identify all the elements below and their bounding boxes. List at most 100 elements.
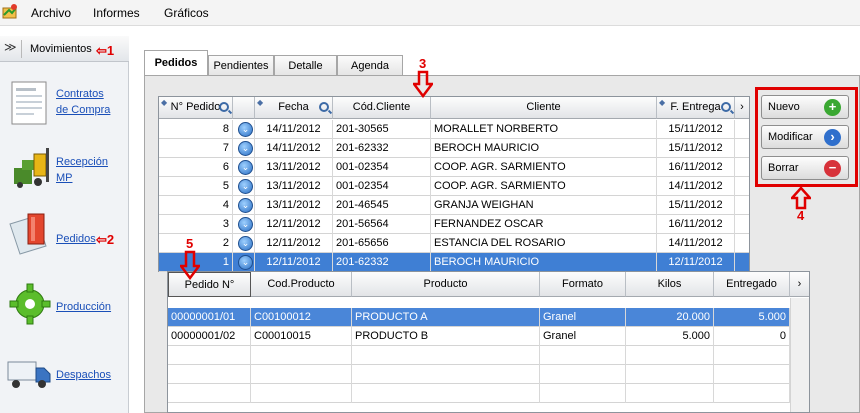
col-header-nro-pedido[interactable]: ◆ N° Pedido [159,97,233,119]
table-cell [540,384,626,403]
table-row[interactable]: 00000001/02 C00010015 PRODUCTO B Granel 5.00… [168,327,790,346]
table-cell: MORALLET NORBERTO [431,120,657,139]
sidebar-item-label[interactable]: MP [56,170,73,186]
table-cell [714,365,790,384]
table-row[interactable]: 8 ⌄ 14/11/2012 201-30565 MORALLET NORBERTO 15… [159,120,749,139]
col-header-formato[interactable]: Formato [540,272,626,297]
detail-grid[interactable]: Pedido N° Cod.Producto Producto Formato … [167,271,810,413]
expand-row-icon[interactable]: ⌄ [238,122,253,137]
table-cell [168,384,251,403]
sidebar-item-label[interactable]: Pedidos [56,231,96,247]
table-cell [626,365,714,384]
chevron-right-icon: › [740,101,744,113]
table-row[interactable]: 2 ⌄ 12/11/2012 201-65656 ESTANCIA DEL ROSARI… [159,234,749,253]
scroll-right-button[interactable]: › [735,97,749,119]
table-cell [168,365,251,384]
table-row[interactable]: 5 ⌄ 13/11/2012 001-02354 COOP. AGR. SARMIENT… [159,177,749,196]
expand-row-icon[interactable]: ⌄ [238,141,253,156]
tab-detalle[interactable]: Detalle [274,55,337,76]
tab-pedidos[interactable]: Pedidos [144,50,208,76]
expand-cell[interactable]: ⌄ [233,215,255,234]
tab-agenda[interactable]: Agenda [337,55,403,76]
table-cell: 5.000 [714,308,790,327]
expand-row-icon[interactable]: ⌄ [238,160,253,175]
table-cell [626,346,714,365]
table-cell [540,365,626,384]
tab-pendientes[interactable]: Pendientes [208,55,274,76]
nuevo-button[interactable]: Nuevo + [761,95,849,119]
table-cell [251,346,352,365]
menu-archivo[interactable]: Archivo [31,6,71,20]
table-cell: 8 [159,120,233,139]
table-cell: 4 [159,196,233,215]
expand-cell[interactable]: ⌄ [233,253,255,272]
borrar-button[interactable]: Borrar − [761,156,849,180]
table-cell: 12/11/2012 [255,253,333,272]
table-cell: Granel [540,327,626,346]
col-header-cod-cliente[interactable]: Cód.Cliente [333,97,431,119]
search-icon[interactable] [721,102,731,112]
menu-graficos[interactable]: Gráficos [164,6,209,20]
table-cell: 201-65656 [333,234,431,253]
expand-cell[interactable]: ⌄ [233,234,255,253]
table-cell: 001-02354 [333,158,431,177]
table-cell: 201-56564 [333,215,431,234]
menu-informes[interactable]: Informes [93,6,140,20]
scroll-right-button[interactable]: › [790,272,809,297]
table-cell [714,384,790,403]
table-row[interactable]: 00000001/01 C00100012 PRODUCTO A Granel 20.0… [168,308,790,327]
modificar-button[interactable]: Modificar › [761,125,849,149]
table-row[interactable]: 4 ⌄ 13/11/2012 201-46545 GRANJA WEIGHAN 15/11… [159,196,749,215]
expand-row-icon[interactable]: ⌄ [238,255,253,270]
sidebar-item-label[interactable]: Despachos [56,367,111,383]
arrow-down-icon [413,70,433,98]
sidebar-item-label[interactable]: Contratos [56,86,104,102]
plus-icon: + [824,99,841,116]
expand-row-icon[interactable]: ⌄ [238,217,253,232]
expand-row-icon[interactable]: ⌄ [238,198,253,213]
table-row[interactable]: 3 ⌄ 12/11/2012 201-56564 FERNANDEZ OSCAR 16/1… [159,215,749,234]
table-cell: 14/11/2012 [255,139,333,158]
table-cell: PRODUCTO A [352,308,540,327]
expand-cell[interactable]: ⌄ [233,177,255,196]
vertical-scrollbar[interactable] [790,298,809,412]
col-header-kilos[interactable]: Kilos [626,272,714,297]
sidebar-item-label[interactable]: Recepción [56,154,108,170]
table-cell: 5.000 [626,327,714,346]
table-cell: 16/11/2012 [657,158,735,177]
table-cell [714,346,790,365]
expand-row-icon[interactable]: ⌄ [238,236,253,251]
col-header-producto[interactable]: Producto [352,272,540,297]
marker-1: ⇦1 [96,43,115,58]
menu-bar: Archivo Informes Gráficos [0,0,860,26]
chevron-double-down-icon[interactable]: ≫ [4,40,17,54]
col-header-entregado[interactable]: Entregado [714,272,790,297]
col-header-cliente[interactable]: Cliente [431,97,657,119]
expand-cell[interactable]: ⌄ [233,196,255,215]
sidebar-item-label[interactable]: de Compra [56,102,110,118]
expand-cell[interactable]: ⌄ [233,120,255,139]
marker-4: 4 [797,208,805,223]
arrow-up-icon [791,186,811,210]
table-row[interactable]: 7 ⌄ 14/11/2012 201-62332 BEROCH MAURICIO 15/1… [159,139,749,158]
detail-rows: 00000001/01 C00100012 PRODUCTO A Granel 20.0… [168,308,809,412]
orders-rows: 8 ⌄ 14/11/2012 201-30565 MORALLET NORBERTO 15… [159,120,749,272]
document-icon [11,81,47,125]
table-cell: BEROCH MAURICIO [431,139,657,158]
expand-cell[interactable]: ⌄ [233,139,255,158]
table-row[interactable]: 1 ⌄ 12/11/2012 201-62332 BEROCH MAURICIO 12/1… [159,253,749,272]
orders-grid[interactable]: ◆ N° Pedido ◆ Fecha Cód.Cliente Cliente ◆ F… [158,96,750,272]
table-cell: PRODUCTO B [352,327,540,346]
expand-row-icon[interactable]: ⌄ [238,179,253,194]
col-header-cod-producto[interactable]: Cod.Producto [251,272,352,297]
col-header-fecha-entrega[interactable]: ◆ F. Entrega [657,97,735,119]
search-icon[interactable] [219,102,229,112]
table-cell: C00010015 [251,327,352,346]
table-cell [352,384,540,403]
search-icon[interactable] [319,102,329,112]
expand-cell[interactable]: ⌄ [233,158,255,177]
sidebar-item-label[interactable]: Producción [56,299,111,315]
col-header-fecha[interactable]: ◆ Fecha [255,97,333,119]
arrow-down-icon [180,250,200,280]
table-row[interactable]: 6 ⌄ 13/11/2012 001-02354 COOP. AGR. SARMIENT… [159,158,749,177]
